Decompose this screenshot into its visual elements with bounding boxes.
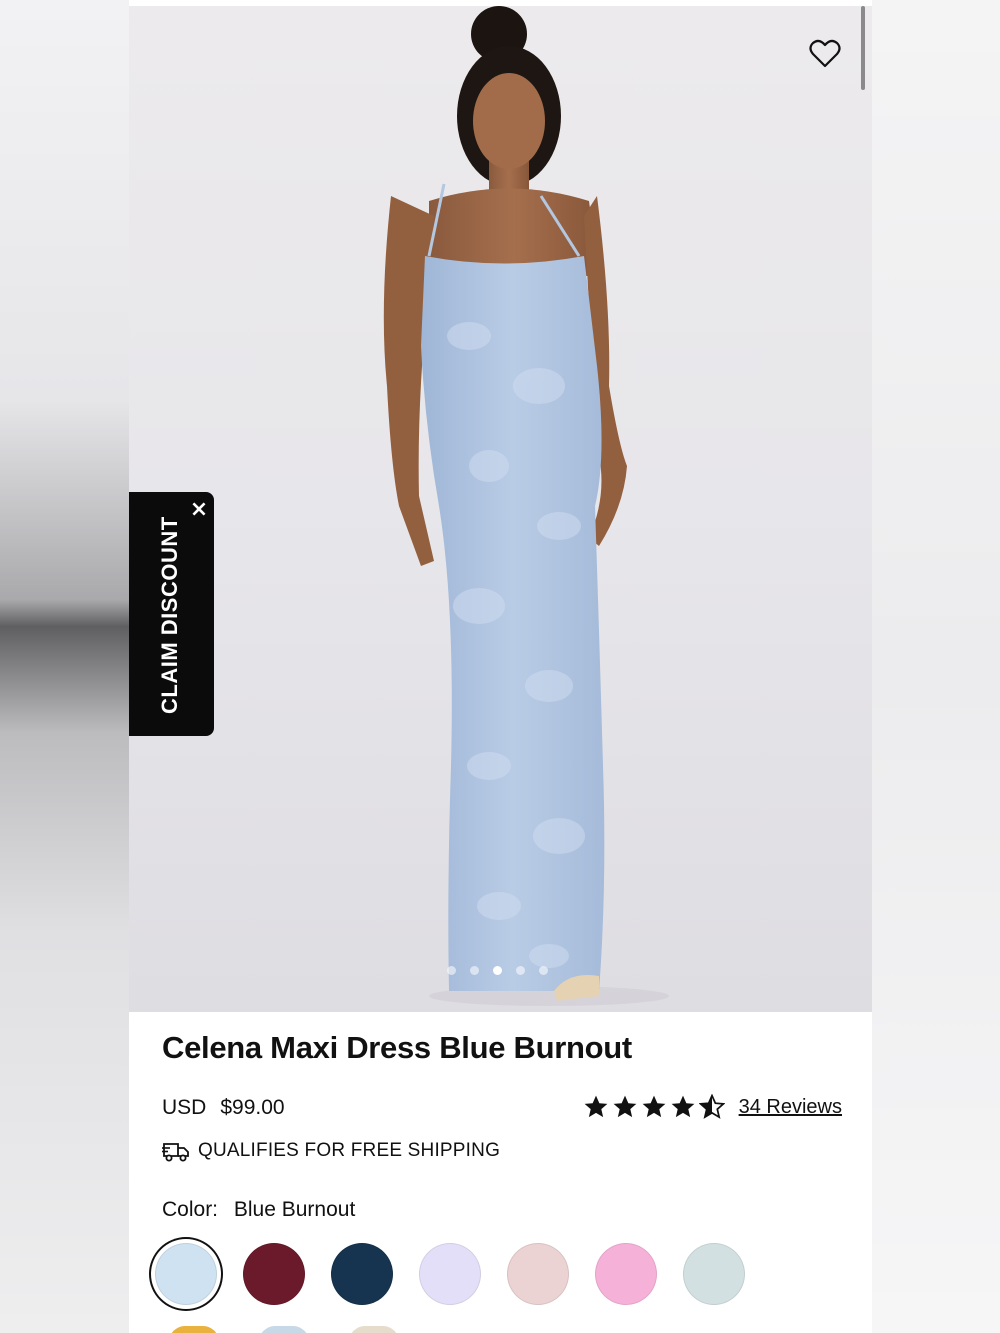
color-swatch[interactable]	[259, 1326, 309, 1333]
carousel-dot-active[interactable]	[493, 966, 502, 975]
color-swatch[interactable]	[683, 1243, 745, 1305]
color-swatch[interactable]	[169, 1326, 219, 1333]
background-blur-left	[0, 0, 130, 1333]
star-icon	[613, 1095, 636, 1118]
currency-code: USD	[162, 1096, 207, 1119]
color-swatch[interactable]	[331, 1243, 393, 1305]
price-rating-row: USD $99.00 34 Reviews	[162, 1094, 842, 1124]
star-icon	[584, 1095, 607, 1118]
claim-discount-tab[interactable]: × CLAIM DISCOUNT	[129, 492, 214, 736]
product-page: Celena Maxi Dress Blue Burnout USD $99.00…	[129, 0, 872, 1333]
color-label: Color:	[162, 1198, 219, 1221]
color-swatch[interactable]	[507, 1243, 569, 1305]
color-swatch[interactable]	[419, 1243, 481, 1305]
product-info: Celena Maxi Dress Blue Burnout USD $99.00…	[162, 1030, 842, 1221]
star-half-icon	[698, 1094, 725, 1119]
carousel-dot[interactable]	[470, 966, 479, 975]
product-image-carousel[interactable]	[129, 6, 872, 1012]
product-title: Celena Maxi Dress Blue Burnout	[162, 1030, 632, 1065]
wishlist-button[interactable]	[805, 36, 845, 72]
color-swatches	[155, 1243, 745, 1305]
price-value: $99.00	[220, 1096, 285, 1119]
color-swatch[interactable]	[243, 1243, 305, 1305]
scroll-indicator[interactable]	[861, 6, 865, 90]
carousel-dot[interactable]	[539, 966, 548, 975]
delivery-truck-icon	[162, 1143, 189, 1162]
star-rating	[583, 1094, 725, 1120]
shipping-info: QUALIFIES FOR FREE SHIPPING	[162, 1140, 500, 1162]
star-icon	[642, 1095, 665, 1118]
color-swatch-selected[interactable]	[155, 1243, 217, 1305]
color-swatch[interactable]	[595, 1243, 657, 1305]
carousel-dot[interactable]	[447, 966, 456, 975]
color-swatches-row-2	[169, 1326, 399, 1333]
product-price: USD $99.00	[162, 1096, 285, 1120]
heart-outline-icon	[809, 39, 841, 68]
rating[interactable]: 34 Reviews	[583, 1094, 842, 1120]
reviews-link[interactable]: 34 Reviews	[739, 1096, 842, 1119]
color-swatch[interactable]	[349, 1326, 399, 1333]
selected-color-name: Blue Burnout	[233, 1198, 356, 1221]
product-photo	[383, 6, 669, 1006]
star-icon	[671, 1095, 694, 1118]
carousel-dot[interactable]	[516, 966, 525, 975]
background-blur-right	[872, 0, 1000, 1333]
shipping-label: QUALIFIES FOR FREE SHIPPING	[198, 1140, 501, 1161]
close-icon[interactable]: ×	[187, 498, 211, 522]
carousel-dots	[447, 966, 548, 975]
claim-discount-label[interactable]: CLAIM DISCOUNT	[157, 516, 183, 714]
color-label-row: Color: Blue Burnout	[162, 1198, 355, 1222]
